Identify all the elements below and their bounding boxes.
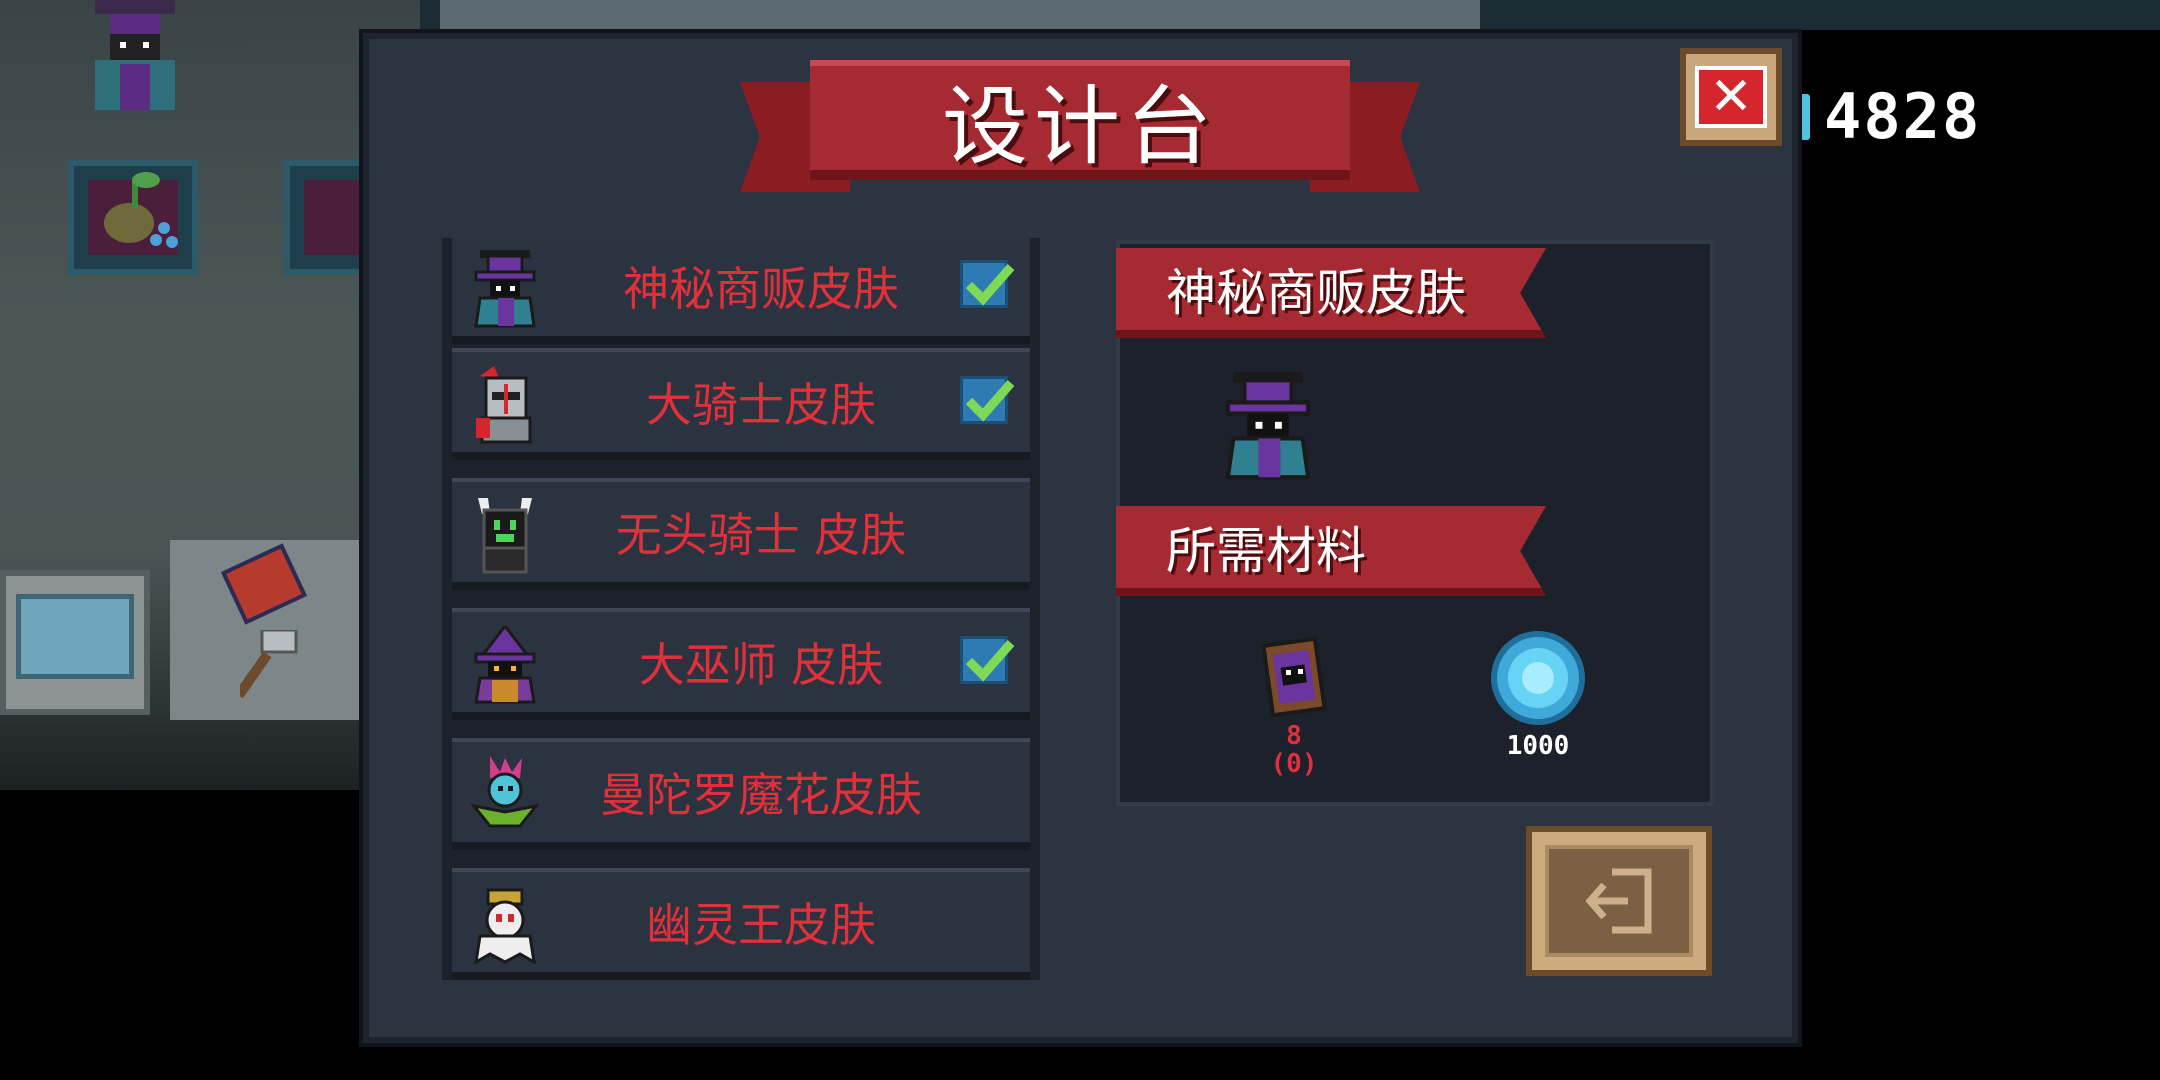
grand-knight-avatar-icon <box>476 366 532 444</box>
plant-seed-icon <box>104 172 178 248</box>
materials-ribbon: 所需材料 <box>1116 506 1546 596</box>
checkmark-icon <box>965 640 1015 682</box>
exit-icon <box>1585 868 1652 934</box>
skin-list-item-grand-wizard[interactable]: 大巫师 皮肤 <box>452 608 1030 720</box>
mysterious-merchant-avatar-icon <box>1225 372 1311 480</box>
skin-label: 无头骑士 皮肤 <box>615 508 907 562</box>
close-icon: ✕ <box>1709 67 1753 127</box>
merchant-blueprint-icon <box>1261 636 1327 718</box>
material-owned: (0) <box>1270 749 1318 779</box>
material-gems: 1000 <box>1478 628 1598 760</box>
hammer-icon <box>240 630 298 699</box>
checkmark-icon <box>965 380 1015 422</box>
merchant-npc-icon <box>95 0 175 110</box>
checkmark-icon <box>965 264 1015 306</box>
owned-checkbox <box>960 636 1015 684</box>
skin-list-item-mandrake-flower[interactable]: 曼陀罗魔花皮肤 <box>452 738 1030 850</box>
gem-count: 4828 <box>1824 80 1982 153</box>
title-banner: 设计台 <box>740 60 1420 210</box>
scene-monitor-table <box>0 570 150 715</box>
gem-icon <box>1800 94 1810 140</box>
material-amount: 8 <box>1286 721 1302 751</box>
skin-list-item-mysterious-merchant[interactable]: 神秘商贩皮肤 <box>452 238 1030 344</box>
skin-list-item-ghost-king[interactable]: 幽灵王皮肤 <box>452 868 1030 980</box>
headless-knight-avatar-icon <box>478 498 532 574</box>
owned-checkbox <box>960 260 1015 308</box>
close-button[interactable]: ✕ <box>1680 48 1782 146</box>
skin-detail-pane: 神秘商贩皮肤 所需材料 8 (0) 1000 <box>1116 240 1714 806</box>
owned-checkbox <box>960 376 1015 424</box>
skin-label: 大骑士皮肤 <box>646 378 876 432</box>
skin-label: 大巫师 皮肤 <box>638 638 884 692</box>
skin-list-item-headless-knight[interactable]: 无头骑士 皮肤 <box>452 478 1030 590</box>
gem-counter: 4828 <box>1800 82 1981 152</box>
material-amount: 1000 <box>1506 731 1570 761</box>
skin-label: 曼陀罗魔花皮肤 <box>600 768 922 822</box>
game-scene-background <box>0 0 430 790</box>
skin-list[interactable]: 神秘商贩皮肤 大骑士皮肤 无头骑士 皮肤 大巫师 皮肤 曼陀罗魔花皮肤 幽灵王皮… <box>442 238 1040 980</box>
grand-wizard-avatar-icon <box>474 626 536 704</box>
page-title: 设计台 <box>942 76 1218 177</box>
skin-label: 幽灵王皮肤 <box>646 898 876 952</box>
mysterious-merchant-avatar-icon <box>474 250 536 328</box>
ghost-king-avatar-icon <box>474 888 536 964</box>
planter-pot-left <box>68 160 198 275</box>
mandrake-flower-avatar-icon <box>470 756 540 828</box>
scene-top-wall-window <box>440 0 1480 30</box>
skin-label: 神秘商贩皮肤 <box>623 262 899 316</box>
selected-skin-name: 神秘商贩皮肤 <box>1166 264 1466 322</box>
material-blueprint: 8 (0) <box>1254 636 1334 778</box>
gem-icon <box>1491 631 1585 725</box>
skin-list-item-grand-knight[interactable]: 大骑士皮肤 <box>452 348 1030 460</box>
exit-button[interactable] <box>1526 826 1712 976</box>
materials-heading: 所需材料 <box>1166 522 1366 580</box>
selected-skin-ribbon: 神秘商贩皮肤 <box>1116 248 1546 338</box>
